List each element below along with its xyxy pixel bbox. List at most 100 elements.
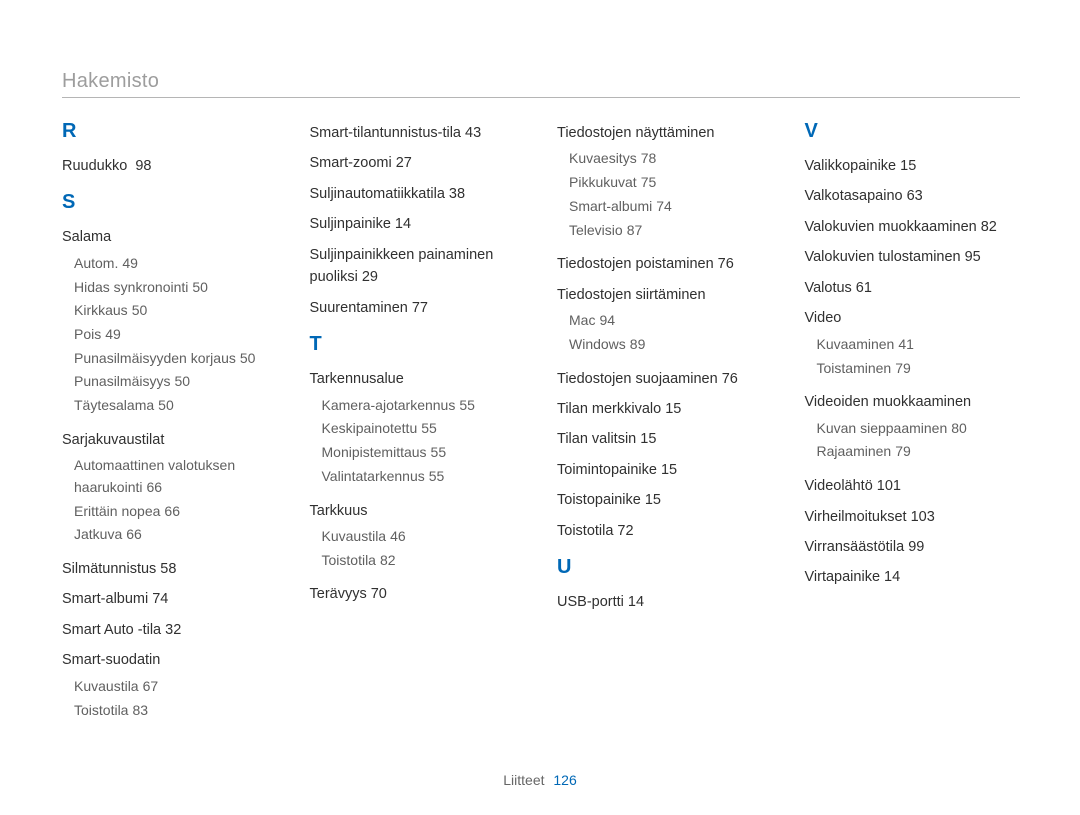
index-term: Toistotila bbox=[557, 523, 613, 539]
letter-heading-t: T bbox=[310, 329, 526, 360]
index-page-number: 14 bbox=[395, 216, 411, 232]
index-page-number: 43 bbox=[465, 125, 481, 141]
index-entry: Toistotila72 bbox=[557, 520, 773, 542]
index-term: Tilan merkkivalo bbox=[557, 401, 661, 417]
index-subentry: Autom.49 bbox=[74, 253, 278, 275]
index-subentry: Erittäin nopea66 bbox=[74, 501, 278, 523]
index-subterm: Smart-albumi bbox=[569, 198, 652, 214]
index-entry: Smart-tilantunnistus-tila43 bbox=[310, 122, 526, 144]
index-entry: Valokuvien tulostaminen95 bbox=[805, 246, 1021, 268]
index-subterm: Toistotila bbox=[74, 702, 128, 718]
index-subterm: Erittäin nopea bbox=[74, 503, 160, 519]
index-subterm: Pikkukuvat bbox=[569, 174, 637, 190]
index-subentry: Kuvaustila67 bbox=[74, 676, 278, 698]
index-subterm: Keskipainotettu bbox=[322, 420, 418, 436]
index-page-number: 46 bbox=[390, 528, 406, 544]
index-page-number: 83 bbox=[132, 702, 148, 718]
index-subentry: Monipistemittaus55 bbox=[322, 442, 526, 464]
index-page-number: 15 bbox=[661, 462, 677, 478]
index-term: Tarkkuus bbox=[310, 503, 368, 519]
index-term: Suljinautomatiikkatila bbox=[310, 186, 445, 202]
index-subterm: Jatkuva bbox=[74, 526, 122, 542]
index-page-number: 14 bbox=[628, 594, 644, 610]
index-page-number: 15 bbox=[665, 401, 681, 417]
index-term: Smart-albumi bbox=[62, 591, 148, 607]
index-subterm: Kuvaaminen bbox=[817, 336, 895, 352]
index-subentry: Pois49 bbox=[74, 324, 278, 346]
index-entry: Smart Auto -tila32 bbox=[62, 619, 278, 641]
index-subentry: Kuvaaminen41 bbox=[817, 334, 1021, 356]
index-page-number: 27 bbox=[396, 155, 412, 171]
index-entry: Valkotasapaino63 bbox=[805, 185, 1021, 207]
index-term: Toimintopainike bbox=[557, 462, 657, 478]
index-subentry: Keskipainotettu55 bbox=[322, 418, 526, 440]
letter-heading-r: R bbox=[62, 116, 278, 147]
index-entry: Videolähtö101 bbox=[805, 475, 1021, 497]
index-page-number: 99 bbox=[908, 539, 924, 555]
index-subentries: Kuvaaminen41 Toistaminen79 bbox=[817, 334, 1021, 379]
index-subterm: Punasilmäisyys bbox=[74, 373, 170, 389]
page-title: Hakemisto bbox=[62, 70, 1020, 93]
index-entry: Suljinpainikkeen painaminen puoliksi29 bbox=[310, 244, 526, 289]
index-page: Hakemisto R Ruudukko 98 S Salama Autom.4… bbox=[0, 0, 1080, 815]
index-subterm: Windows bbox=[569, 336, 626, 352]
index-term: Valkotasapaino bbox=[805, 188, 903, 204]
index-entry: Suljinautomatiikkatila38 bbox=[310, 183, 526, 205]
index-subentry: Televisio87 bbox=[569, 220, 773, 242]
page-footer: Liitteet 126 bbox=[0, 772, 1080, 788]
index-page-number: 82 bbox=[981, 219, 997, 235]
index-subentries: Kuvan sieppaaminen80 Rajaaminen79 bbox=[817, 418, 1021, 463]
index-entry: Tiedostojen poistaminen76 bbox=[557, 253, 773, 275]
index-page-number: 80 bbox=[951, 420, 967, 436]
index-column-4: V Valikkopainike15 Valkotasapaino63 Valo… bbox=[805, 116, 1021, 733]
index-entry: Terävyys70 bbox=[310, 583, 526, 605]
index-term: Valokuvien tulostaminen bbox=[805, 249, 961, 265]
index-subentries: Kamera-ajotarkennus55 Keskipainotettu55 … bbox=[322, 395, 526, 488]
index-page-number: 66 bbox=[164, 503, 180, 519]
index-page-number: 15 bbox=[640, 431, 656, 447]
index-page-number: 78 bbox=[641, 150, 657, 166]
index-subterm: Täytesalama bbox=[74, 397, 154, 413]
index-page-number: 38 bbox=[449, 186, 465, 202]
index-page-number: 98 bbox=[135, 158, 151, 174]
footer-section-label: Liitteet bbox=[503, 772, 544, 788]
index-term: Virheilmoitukset bbox=[805, 509, 907, 525]
index-page-number: 55 bbox=[431, 444, 447, 460]
index-page-number: 49 bbox=[105, 326, 121, 342]
index-term: Video bbox=[805, 310, 842, 326]
index-page-number: 50 bbox=[240, 350, 256, 366]
index-subterm: Punasilmäisyyden korjaus bbox=[74, 350, 236, 366]
index-subentries: Kuvaustila46 Toistotila82 bbox=[322, 526, 526, 571]
index-entry: USB-portti14 bbox=[557, 591, 773, 613]
index-page-number: 79 bbox=[895, 443, 911, 459]
index-subterm: Kuvan sieppaaminen bbox=[817, 420, 948, 436]
index-page-number: 72 bbox=[617, 523, 633, 539]
index-subterm: Kuvaesitys bbox=[569, 150, 637, 166]
index-subentry: Windows89 bbox=[569, 334, 773, 356]
index-term: Sarjakuvaustilat bbox=[62, 432, 164, 448]
index-term: Valokuvien muokkaaminen bbox=[805, 219, 977, 235]
index-term: Toistopainike bbox=[557, 492, 641, 508]
index-entry: Valotus61 bbox=[805, 277, 1021, 299]
index-page-number: 89 bbox=[630, 336, 646, 352]
index-subentry: Rajaaminen79 bbox=[817, 441, 1021, 463]
index-page-number: 82 bbox=[380, 552, 396, 568]
index-subentry: Toistotila82 bbox=[322, 550, 526, 572]
index-entry: Virtapainike14 bbox=[805, 566, 1021, 588]
index-entry: Suurentaminen77 bbox=[310, 297, 526, 319]
index-subentry: Kuvaustila46 bbox=[322, 526, 526, 548]
index-subentry: Toistaminen79 bbox=[817, 358, 1021, 380]
index-subentry: Kuvaesitys78 bbox=[569, 148, 773, 170]
letter-heading-s: S bbox=[62, 187, 278, 218]
index-term: Tiedostojen poistaminen bbox=[557, 256, 714, 272]
letter-heading-v: V bbox=[805, 116, 1021, 147]
index-term: Tiedostojen siirtäminen bbox=[557, 287, 706, 303]
index-page-number: 49 bbox=[122, 255, 138, 271]
index-page-number: 66 bbox=[147, 479, 163, 495]
index-page-number: 103 bbox=[911, 509, 935, 525]
index-entry: Valikkopainike15 bbox=[805, 155, 1021, 177]
index-entry: Salama bbox=[62, 226, 278, 248]
index-subterm: Toistotila bbox=[322, 552, 376, 568]
index-subterm: Hidas synkronointi bbox=[74, 279, 188, 295]
index-page-number: 87 bbox=[627, 222, 643, 238]
